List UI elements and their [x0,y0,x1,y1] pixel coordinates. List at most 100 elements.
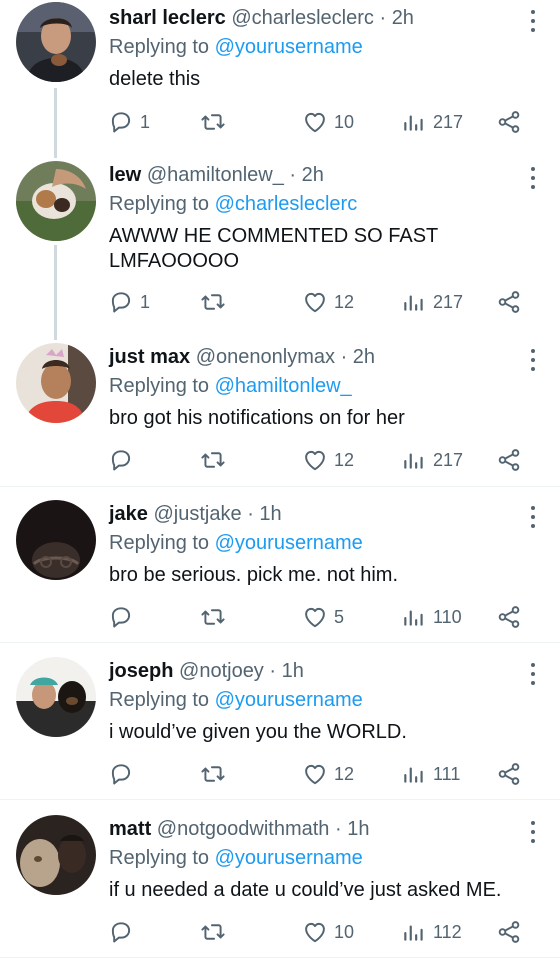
mention-link[interactable]: @charlesleclerc [215,193,358,215]
avatar[interactable] [16,2,96,82]
heart-icon [302,109,328,135]
username-handle[interactable]: @hamiltonlew_ [147,164,284,186]
retweet-button[interactable] [200,107,226,137]
view-count: 217 [433,291,464,312]
avatar[interactable] [16,343,96,423]
share-icon [496,447,522,473]
share-button[interactable] [496,602,522,632]
share-button[interactable] [496,107,522,137]
views-button[interactable]: 217 [401,445,463,475]
like-button[interactable]: 10 [302,917,354,947]
more-icon[interactable] [528,167,538,189]
share-button[interactable] [496,759,522,789]
share-button[interactable] [496,917,522,947]
share-icon [496,109,522,135]
tweet[interactable]: lew @hamiltonlew_ · 2h Replying to @char… [0,154,560,336]
retweet-button[interactable] [200,602,226,632]
divider [0,486,560,487]
share-button[interactable] [496,445,522,475]
divider [0,642,560,643]
reply-icon [108,447,134,473]
timestamp[interactable]: 1h [347,818,369,840]
mention-link[interactable]: @yourusername [215,532,363,554]
like-button[interactable]: 12 [302,287,354,317]
avatar[interactable] [16,657,96,737]
reply-count: 1 [140,291,151,312]
username-handle[interactable]: @charlesleclerc [231,7,374,29]
views-icon [401,604,427,630]
mention-link[interactable]: @yourusername [215,847,363,869]
tweet-actions: 5 110 [108,602,528,632]
avatar[interactable] [16,500,96,580]
like-count: 10 [334,111,355,132]
views-button[interactable]: 111 [401,759,460,789]
username-handle[interactable]: @notgoodwithmath [157,818,330,840]
retweet-button[interactable] [200,759,226,789]
like-button[interactable]: 12 [302,445,354,475]
display-name[interactable]: sharl leclerc [109,7,226,29]
more-icon[interactable] [528,821,538,843]
retweet-icon [200,919,226,945]
avatar-image [16,657,96,737]
retweet-button[interactable] [200,287,226,317]
retweet-button[interactable] [200,917,226,947]
display-name[interactable]: just max [109,346,190,368]
views-button[interactable]: 110 [401,602,462,632]
username-handle[interactable]: @notjoey [179,660,264,682]
reply-button[interactable] [108,602,140,632]
timestamp[interactable]: 2h [392,7,414,29]
separator-dot: · [335,818,342,840]
more-icon[interactable] [528,663,538,685]
timestamp[interactable]: 1h [282,660,304,682]
tweet[interactable]: matt @notgoodwithmath · 1h Replying to @… [0,815,560,955]
display-name[interactable]: jake [109,503,148,525]
reply-button[interactable] [108,445,140,475]
display-name[interactable]: joseph [109,660,173,682]
views-icon [401,919,427,945]
username-handle[interactable]: @justjake [154,503,242,525]
like-button[interactable]: 10 [302,107,354,137]
views-button[interactable]: 112 [401,917,462,947]
reply-icon [108,604,134,630]
timestamp[interactable]: 2h [302,164,324,186]
reply-button[interactable] [108,917,140,947]
tweet-text: delete this [109,68,201,90]
tweet-header: jake @justjake · 1h [109,500,282,528]
share-button[interactable] [496,287,522,317]
mention-link[interactable]: @yourusername [215,36,363,58]
share-icon [496,919,522,945]
reply-button[interactable]: 1 [108,107,150,137]
tweet-text: bro be serious. pick me. not him. [109,564,399,586]
display-name[interactable]: lew [109,164,141,186]
views-icon [401,109,427,135]
tweet[interactable]: sharl leclerc @charlesleclerc · 2h Reply… [0,2,560,154]
reply-button[interactable] [108,759,140,789]
views-button[interactable]: 217 [401,287,463,317]
views-button[interactable]: 217 [401,107,463,137]
more-icon[interactable] [528,506,538,528]
timestamp[interactable]: 2h [353,346,375,368]
tweet[interactable]: jake @justjake · 1h Replying to @youruse… [0,500,560,640]
avatar[interactable] [16,161,96,241]
username-handle[interactable]: @onenonlymax [196,346,335,368]
timestamp[interactable]: 1h [259,503,281,525]
retweet-button[interactable] [200,445,226,475]
share-icon [496,289,522,315]
view-count: 217 [433,111,464,132]
tweet[interactable]: just max @onenonlymax · 2h Replying to @… [0,336,560,485]
more-icon[interactable] [528,10,538,32]
avatar[interactable] [16,815,96,895]
more-icon[interactable] [528,349,538,371]
like-button[interactable]: 12 [302,759,354,789]
like-button[interactable]: 5 [302,602,344,632]
display-name[interactable]: matt [109,818,151,840]
mention-link[interactable]: @yourusername [215,689,363,711]
thread-line [54,88,57,154]
reply-button[interactable]: 1 [108,287,150,317]
heart-icon [302,919,328,945]
reply-icon [108,919,134,945]
mention-link[interactable]: @hamiltonlew_ [215,375,352,397]
view-count: 112 [433,921,462,942]
view-count: 111 [433,763,461,784]
tweet[interactable]: joseph @notjoey · 1h Replying to @yourus… [0,657,560,797]
